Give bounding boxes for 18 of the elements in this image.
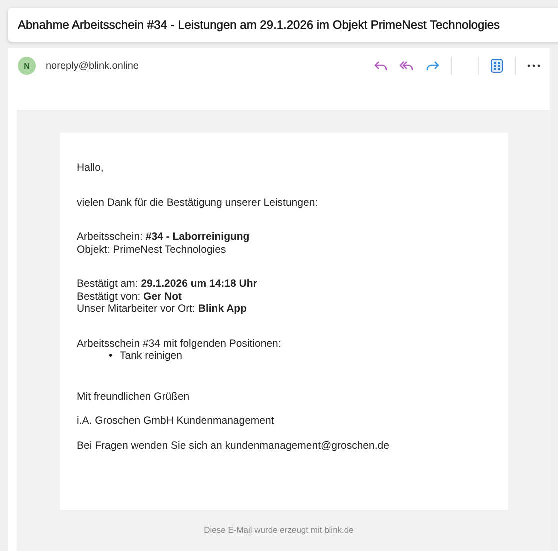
grid-icon[interactable] [489,58,505,74]
sender-avatar: N [18,57,36,75]
body-text: Unser Mitarbeiter vor Ort: Blink App [77,303,248,316]
body-text: Hallo, [77,162,105,174]
body-text: i.A. Groschen GmbH Kundenmanagement [77,415,276,428]
body-text: vielen Dank für die Bestätigung unserer Leistungen: [77,196,320,209]
body-text: Mit freundlichen Grüßen [77,390,191,403]
body-text: Arbeitsschein #34 mit folgenden Positionen: [77,338,282,350]
bullet-marker: • [109,350,114,362]
footer-text: Diese E-Mail wurde erzeugt mit blink.de [203,525,355,535]
body-text: Bestätigt von: Ger Not [77,290,184,303]
email-subject: Abnahme Arbeitsschein #34 - Leistungen am 29.1.2026 im Objekt PrimeNest Technologies [18,18,500,32]
body-text: Objekt: PrimeNest Technologies [77,244,228,256]
body-text: Bestätigt am: 29.1.2026 um 14:18 Uhr [77,278,258,290]
sender-address: noreply@blink.online [46,60,139,72]
body-text: Arbeitsschein: #34 - Laborreinigung [77,231,251,244]
body-text: Bei Fragen wenden Sie sich an kundenmanagement@groschen.de [77,440,390,452]
list-item: Tank reinigen [120,350,182,362]
